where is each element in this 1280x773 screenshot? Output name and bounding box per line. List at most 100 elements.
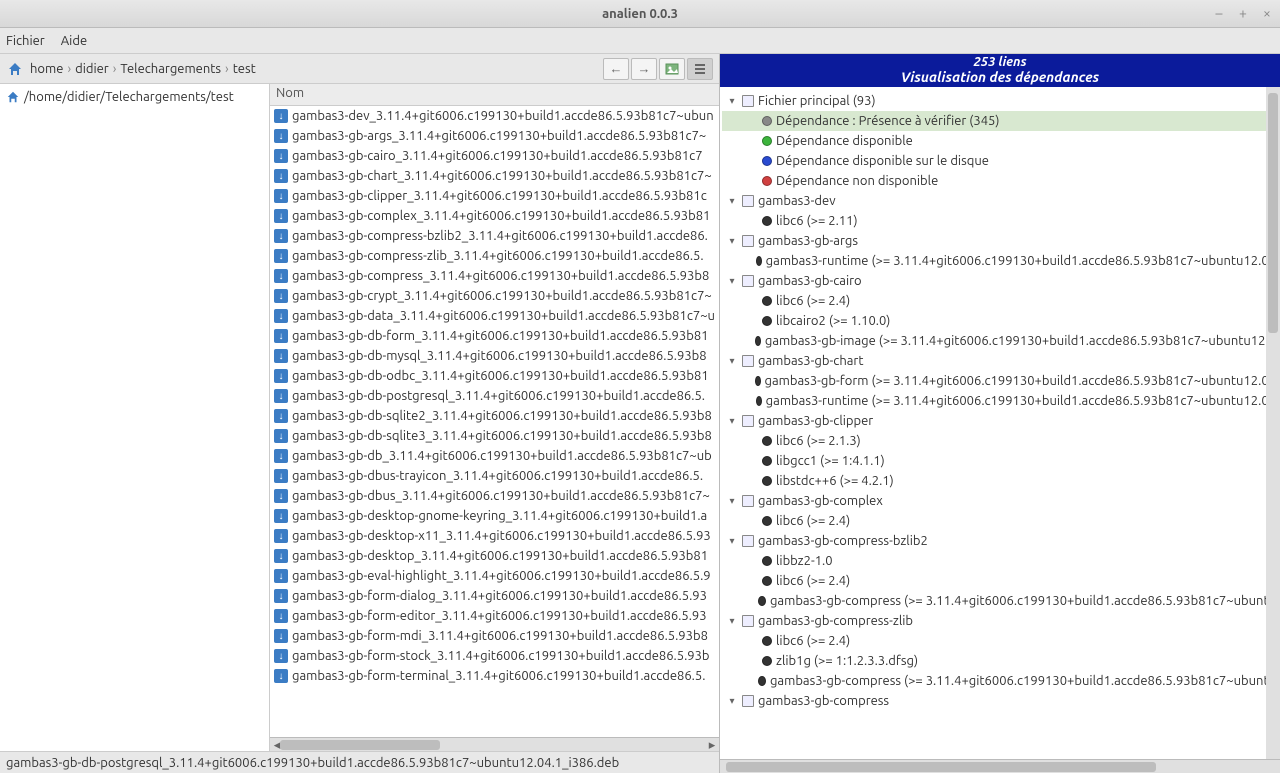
dep-group[interactable]: ▾gambas3-gb-cairo (722, 271, 1278, 291)
file-row[interactable]: ↓gambas3-gb-complex_3.11.4+git6006.c1991… (270, 206, 719, 226)
node-icon (742, 615, 754, 627)
scroll-right-icon[interactable]: ▸ (705, 738, 719, 752)
file-row[interactable]: ↓gambas3-gb-db-sqlite3_3.11.4+git6006.c1… (270, 426, 719, 446)
file-row[interactable]: ↓gambas3-gb-db-form_3.11.4+git6006.c1991… (270, 326, 719, 346)
file-row[interactable]: ↓gambas3-gb-eval-highlight_3.11.4+git600… (270, 566, 719, 586)
dep-item[interactable]: libcairo2 (>= 1.10.0) (722, 311, 1278, 331)
icons-view-button[interactable] (659, 58, 685, 80)
file-row[interactable]: ↓gambas3-gb-form-stock_3.11.4+git6006.c1… (270, 646, 719, 666)
file-row[interactable]: ↓gambas3-gb-db-sqlite2_3.11.4+git6006.c1… (270, 406, 719, 426)
dep-group[interactable]: ▾Fichier principal (93) (722, 91, 1278, 111)
dep-group[interactable]: ▾gambas3-gb-complex (722, 491, 1278, 511)
dep-item[interactable]: libc6 (>= 2.11) (722, 211, 1278, 231)
expand-icon[interactable]: ▾ (726, 275, 738, 287)
file-name: gambas3-gb-desktop-gnome-keyring_3.11.4+… (292, 509, 707, 523)
expand-icon[interactable]: ▾ (726, 495, 738, 507)
expand-icon[interactable]: ▾ (726, 535, 738, 547)
file-row[interactable]: ↓gambas3-gb-clipper_3.11.4+git6006.c1991… (270, 186, 719, 206)
file-row[interactable]: ↓gambas3-gb-dbus-trayicon_3.11.4+git6006… (270, 466, 719, 486)
dep-item[interactable]: gambas3-gb-form (>= 3.11.4+git6006.c1991… (722, 371, 1278, 391)
maximize-button[interactable]: + (1234, 4, 1252, 22)
dep-item[interactable]: zlib1g (>= 1:1.2.3.3.dfsg) (722, 651, 1278, 671)
file-row[interactable]: ↓gambas3-gb-db-odbc_3.11.4+git6006.c1991… (270, 366, 719, 386)
list-view-button[interactable] (687, 58, 713, 80)
crumb-test[interactable]: test (233, 62, 256, 76)
dep-item[interactable]: libc6 (>= 2.4) (722, 291, 1278, 311)
back-button[interactable]: ← (603, 58, 629, 80)
dep-item[interactable]: gambas3-runtime (>= 3.11.4+git6006.c1991… (722, 251, 1278, 271)
menu-aide[interactable]: Aide (61, 34, 87, 48)
expand-icon[interactable]: ▾ (726, 615, 738, 627)
scroll-thumb[interactable] (1268, 93, 1278, 333)
file-row[interactable]: ↓gambas3-gb-desktop-x11_3.11.4+git6006.c… (270, 526, 719, 546)
dep-item[interactable]: libc6 (>= 2.4) (722, 511, 1278, 531)
expand-icon[interactable]: ▾ (726, 95, 738, 107)
file-row[interactable]: ↓gambas3-gb-cairo_3.11.4+git6006.c199130… (270, 146, 719, 166)
file-row[interactable]: ↓gambas3-gb-db-mysql_3.11.4+git6006.c199… (270, 346, 719, 366)
file-row[interactable]: ↓gambas3-gb-compress-zlib_3.11.4+git6006… (270, 246, 719, 266)
dep-item[interactable]: libc6 (>= 2.1.3) (722, 431, 1278, 451)
file-list[interactable]: ↓gambas3-dev_3.11.4+git6006.c199130+buil… (270, 106, 719, 737)
file-row[interactable]: ↓gambas3-gb-chart_3.11.4+git6006.c199130… (270, 166, 719, 186)
dep-item[interactable]: Dépendance disponible sur le disque (722, 151, 1278, 171)
file-row[interactable]: ↓gambas3-gb-data_3.11.4+git6006.c199130+… (270, 306, 719, 326)
file-row[interactable]: ↓gambas3-gb-compress_3.11.4+git6006.c199… (270, 266, 719, 286)
dep-group[interactable]: ▾gambas3-gb-compress-bzlib2 (722, 531, 1278, 551)
dependency-tree[interactable]: ▾Fichier principal (93)Dépendance : Prés… (720, 87, 1280, 759)
dep-item[interactable]: libgcc1 (>= 1:4.1.1) (722, 451, 1278, 471)
dep-item[interactable]: libstdc++6 (>= 4.2.1) (722, 471, 1278, 491)
dep-item[interactable]: gambas3-gb-compress (>= 3.11.4+git6006.c… (722, 671, 1278, 691)
forward-button[interactable]: → (631, 58, 657, 80)
dep-group[interactable]: ▾gambas3-gb-compress (722, 691, 1278, 711)
dep-group[interactable]: ▾gambas3-gb-chart (722, 351, 1278, 371)
dep-item[interactable]: Dépendance : Présence à vérifier (345) (722, 111, 1278, 131)
dep-item[interactable]: Dépendance non disponible (722, 171, 1278, 191)
file-row[interactable]: ↓gambas3-gb-desktop-gnome-keyring_3.11.4… (270, 506, 719, 526)
home-icon[interactable] (6, 60, 24, 78)
file-header-nom[interactable]: Nom (270, 84, 719, 106)
expand-icon[interactable]: ▾ (726, 415, 738, 427)
crumb-home[interactable]: home (30, 62, 63, 76)
file-row[interactable]: ↓gambas3-gb-compress-bzlib2_3.11.4+git60… (270, 226, 719, 246)
menu-fichier[interactable]: Fichier (6, 34, 45, 48)
file-row[interactable]: ↓gambas3-gb-dbus_3.11.4+git6006.c199130+… (270, 486, 719, 506)
scroll-thumb[interactable] (726, 762, 1156, 772)
file-row[interactable]: ↓gambas3-gb-db_3.11.4+git6006.c199130+bu… (270, 446, 719, 466)
dep-group[interactable]: ▾gambas3-dev (722, 191, 1278, 211)
expand-icon[interactable]: ▾ (726, 695, 738, 707)
scroll-thumb[interactable] (280, 740, 440, 750)
folder-tree[interactable]: /home/didier/Telechargements/test (0, 84, 270, 751)
file-hscrollbar[interactable]: ◂ ▸ (270, 737, 719, 751)
dep-item[interactable]: libbz2-1.0 (722, 551, 1278, 571)
file-row[interactable]: ↓gambas3-gb-form-mdi_3.11.4+git6006.c199… (270, 626, 719, 646)
file-row[interactable]: ↓gambas3-gb-form-editor_3.11.4+git6006.c… (270, 606, 719, 626)
dep-item[interactable]: libc6 (>= 2.4) (722, 571, 1278, 591)
file-name: gambas3-gb-dbus_3.11.4+git6006.c199130+b… (292, 489, 710, 503)
crumb-didier[interactable]: didier (75, 62, 109, 76)
dep-item[interactable]: gambas3-gb-image (>= 3.11.4+git6006.c199… (722, 331, 1278, 351)
dep-group[interactable]: ▾gambas3-gb-args (722, 231, 1278, 251)
dep-item[interactable]: gambas3-runtime (>= 3.11.4+git6006.c1991… (722, 391, 1278, 411)
dependency-vscrollbar[interactable] (1266, 87, 1280, 759)
file-row[interactable]: ↓gambas3-gb-desktop_3.11.4+git6006.c1991… (270, 546, 719, 566)
dep-item[interactable]: Dépendance disponible (722, 131, 1278, 151)
close-button[interactable]: × (1258, 4, 1276, 22)
dep-item[interactable]: libc6 (>= 2.4) (722, 631, 1278, 651)
minimize-button[interactable]: – (1210, 4, 1228, 22)
crumb-telechargements[interactable]: Telechargements (120, 62, 221, 76)
file-row[interactable]: ↓gambas3-gb-db-postgresql_3.11.4+git6006… (270, 386, 719, 406)
status-dot-black (762, 516, 772, 526)
expand-icon[interactable]: ▾ (726, 195, 738, 207)
file-row[interactable]: ↓gambas3-gb-form-terminal_3.11.4+git6006… (270, 666, 719, 686)
file-row[interactable]: ↓gambas3-gb-args_3.11.4+git6006.c199130+… (270, 126, 719, 146)
file-row[interactable]: ↓gambas3-dev_3.11.4+git6006.c199130+buil… (270, 106, 719, 126)
file-row[interactable]: ↓gambas3-gb-crypt_3.11.4+git6006.c199130… (270, 286, 719, 306)
dep-item[interactable]: gambas3-gb-compress (>= 3.11.4+git6006.c… (722, 591, 1278, 611)
dep-group[interactable]: ▾gambas3-gb-clipper (722, 411, 1278, 431)
tree-item-path[interactable]: /home/didier/Telechargements/test (2, 88, 267, 106)
file-row[interactable]: ↓gambas3-gb-form-dialog_3.11.4+git6006.c… (270, 586, 719, 606)
expand-icon[interactable]: ▾ (726, 355, 738, 367)
dependency-hscrollbar[interactable] (720, 759, 1280, 773)
dep-group[interactable]: ▾gambas3-gb-compress-zlib (722, 611, 1278, 631)
expand-icon[interactable]: ▾ (726, 235, 738, 247)
